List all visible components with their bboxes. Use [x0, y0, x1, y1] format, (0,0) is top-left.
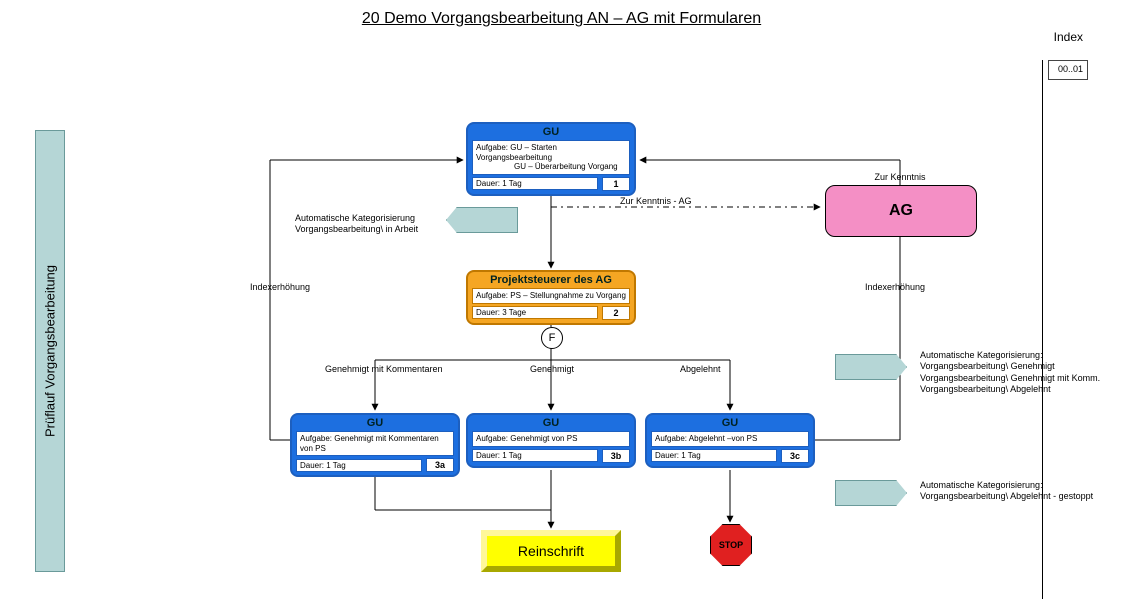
- box3b-header: GU: [468, 415, 634, 431]
- box2-num: 2: [602, 306, 630, 320]
- box3a-duration: Dauer: 1 Tag: [296, 459, 422, 472]
- label-auto-kat-l2: Vorgangsbearbeitung\ in Arbeit: [295, 224, 418, 235]
- box1-header: GU: [468, 124, 634, 140]
- index-label: Index: [1054, 30, 1083, 44]
- label-right1-l4: Vorgangsbearbeitung\ Abgelehnt: [920, 384, 1100, 395]
- box2-duration: Dauer: 3 Tage: [472, 306, 598, 319]
- block-arrow-left: [446, 207, 518, 233]
- label-right2-l1: Automatische Kategorisierung:: [920, 480, 1093, 491]
- ag-caption: Zur Kenntnis: [825, 172, 975, 182]
- box3c-header: GU: [647, 415, 813, 431]
- block-arrow-right-1: [835, 354, 907, 380]
- label-right1: Automatische Kategorisierung: Vorgangsbe…: [920, 350, 1100, 395]
- box1-task-l2: GU – Überarbeitung Vorgang: [476, 162, 626, 172]
- index-box: 00..01: [1048, 60, 1088, 80]
- box3c-task: Aufgabe: Abgelehnt –von PS: [651, 431, 809, 447]
- ag-box: AG: [825, 185, 977, 237]
- reinschrift-box: Reinschrift: [481, 530, 621, 572]
- label-auto-kat-l1: Automatische Kategorisierung: [295, 213, 418, 224]
- label-branch-b: Genehmigt: [530, 364, 574, 375]
- block-arrow-right-2: [835, 480, 907, 506]
- stop-label: STOP: [719, 540, 743, 550]
- box3a-num: 3a: [426, 458, 454, 472]
- stop-sign: STOP: [710, 524, 752, 566]
- decision-label: F: [549, 332, 556, 344]
- process-box-3a: GU Aufgabe: Genehmigt mit Kommentaren vo…: [290, 413, 460, 477]
- label-right2: Automatische Kategorisierung: Vorgangsbe…: [920, 480, 1093, 503]
- box3b-num: 3b: [602, 449, 630, 463]
- process-box-3b: GU Aufgabe: Genehmigt von PS Dauer: 1 Ta…: [466, 413, 636, 468]
- process-box-3c: GU Aufgabe: Abgelehnt –von PS Dauer: 1 T…: [645, 413, 815, 468]
- decision-circle: F: [541, 327, 563, 349]
- sidebar-label: Prüflauf Vorgangsbearbeitung: [43, 265, 58, 437]
- box3b-duration: Dauer: 1 Tag: [472, 449, 598, 462]
- label-auto-kat: Automatische Kategorisierung Vorgangsbea…: [295, 213, 418, 236]
- label-index-right: Indexerhöhung: [865, 282, 925, 293]
- box3a-header: GU: [292, 415, 458, 431]
- label-branch-c: Abgelehnt: [680, 364, 721, 375]
- label-right1-l1: Automatische Kategorisierung:: [920, 350, 1100, 361]
- box3c-num: 3c: [781, 449, 809, 463]
- page-title: 20 Demo Vorgangsbearbeitung AN – AG mit …: [0, 10, 1123, 28]
- ag-label: AG: [889, 202, 913, 220]
- box3b-task: Aufgabe: Genehmigt von PS: [472, 431, 630, 447]
- process-box-1: GU Aufgabe: GU – Starten Vorgangsbearbei…: [466, 122, 636, 196]
- label-branch-a: Genehmigt mit Kommentaren: [325, 364, 443, 375]
- box3c-duration: Dauer: 1 Tag: [651, 449, 777, 462]
- right-divider: [1042, 60, 1043, 599]
- label-index-left: Indexerhöhung: [250, 282, 310, 293]
- box1-duration: Dauer: 1 Tag: [472, 177, 598, 190]
- label-right1-l2: Vorgangsbearbeitung\ Genehmigt: [920, 361, 1100, 372]
- sidebar: Prüflauf Vorgangsbearbeitung: [35, 130, 65, 572]
- process-box-2: Projektsteuerer des AG Aufgabe: PS – Ste…: [466, 270, 636, 325]
- box2-task: Aufgabe: PS – Stellungnahme zu Vorgang: [472, 288, 630, 304]
- label-zur-kenntnis: Zur Kenntnis - AG: [620, 196, 692, 207]
- box1-num: 1: [602, 177, 630, 191]
- label-right1-l3: Vorgangsbearbeitung\ Genehmigt mit Komm.: [920, 373, 1100, 384]
- box1-task: Aufgabe: GU – Starten Vorgangsbearbeitun…: [472, 140, 630, 175]
- box2-header: Projektsteuerer des AG: [468, 272, 634, 288]
- box3a-task: Aufgabe: Genehmigt mit Kommentaren von P…: [296, 431, 454, 456]
- box1-task-l1: Aufgabe: GU – Starten Vorgangsbearbeitun…: [476, 143, 626, 162]
- label-right2-l2: Vorgangsbearbeitung\ Abgelehnt - gestopp…: [920, 491, 1093, 502]
- reinschrift-label: Reinschrift: [518, 543, 584, 559]
